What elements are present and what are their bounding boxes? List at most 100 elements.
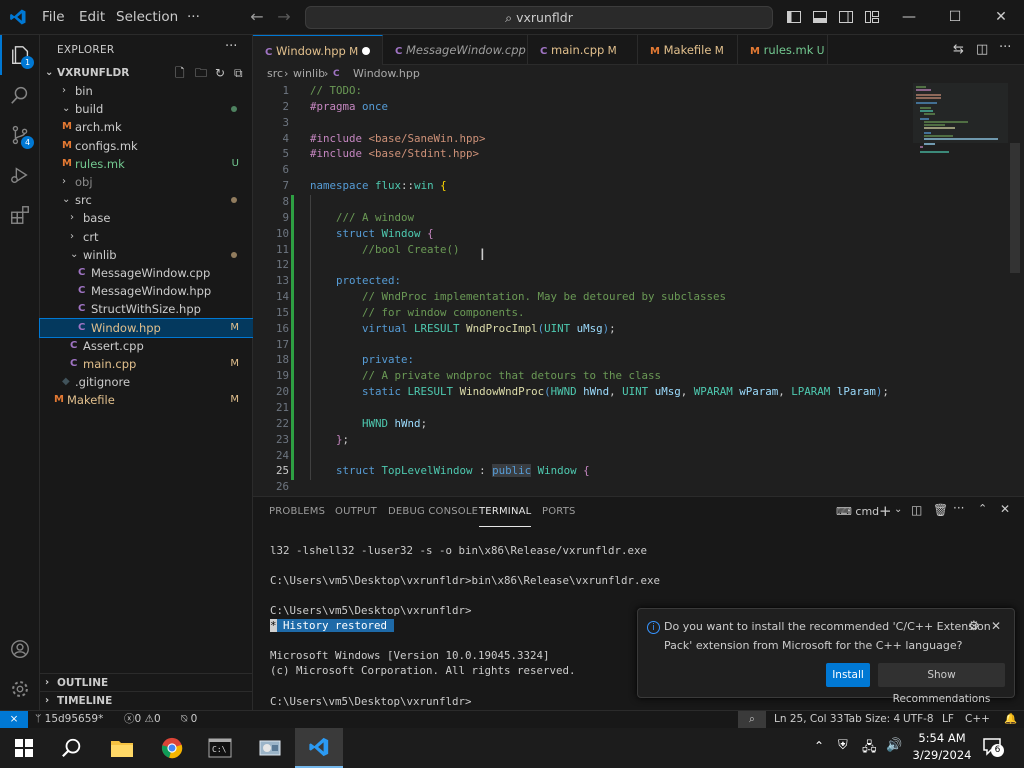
source-control-icon[interactable]: 4 xyxy=(0,115,40,155)
tab-output[interactable]: OUTPUT xyxy=(335,497,377,527)
zoom-icon[interactable]: ⌕ xyxy=(738,711,766,728)
code-line[interactable]: struct TopLevelWindow : public Window { xyxy=(310,464,590,478)
maximize-button[interactable]: ☐ xyxy=(932,0,978,35)
taskbar-date[interactable]: 3/29/2024 xyxy=(912,748,972,762)
terminal-dropdown-icon[interactable]: ⌄ xyxy=(894,504,902,515)
code-line[interactable]: //bool Create() xyxy=(310,243,460,256)
tab-problems[interactable]: PROBLEMS xyxy=(269,497,325,527)
toggle-panel-icon[interactable] xyxy=(812,9,828,25)
action-center-icon[interactable]: 6 xyxy=(982,737,1004,757)
tree-file[interactable]: C Window.hpp M xyxy=(39,317,254,338)
new-terminal-icon[interactable]: + xyxy=(879,502,892,520)
breadcrumb-winlib[interactable]: winlib xyxy=(293,65,325,83)
code-line[interactable]: // TODO: xyxy=(310,84,362,97)
code-line[interactable]: struct Window { xyxy=(310,227,434,240)
tree-folder[interactable]: › base xyxy=(40,209,253,227)
tree-folder[interactable]: › bin xyxy=(40,82,253,100)
breadcrumb-file[interactable]: Window.hpp xyxy=(353,65,420,83)
code-line[interactable]: HWND hWnd; xyxy=(310,417,427,430)
taskbar-time[interactable]: 5:54 AM xyxy=(916,731,968,745)
close-panel-icon[interactable]: ✕ xyxy=(1000,502,1010,516)
toggle-primary-sidebar-icon[interactable] xyxy=(786,9,802,25)
customize-layout-icon[interactable] xyxy=(864,9,880,25)
code-line[interactable]: // WndProc implementation. May be detour… xyxy=(310,290,726,303)
tree-folder[interactable]: ⌄ build xyxy=(40,100,253,118)
outline-section[interactable]: › OUTLINE xyxy=(40,673,253,691)
menu-edit[interactable]: Edit xyxy=(79,0,105,35)
encoding[interactable]: UTF-8 xyxy=(903,711,934,728)
close-window-button[interactable]: ✕ xyxy=(978,0,1024,35)
menu-more[interactable]: ··· xyxy=(187,0,200,35)
code-line[interactable]: virtual LRESULT WndProcImpl(UINT uMsg); xyxy=(310,322,616,335)
settings-gear-icon[interactable] xyxy=(0,669,40,709)
tree-file[interactable]: Cmain.cpp M xyxy=(40,355,253,373)
menu-file[interactable]: File xyxy=(42,0,65,35)
code-line[interactable]: static LRESULT WindowWndProc(HWND hWnd, … xyxy=(310,385,889,398)
tab-window-hpp[interactable]: C Window.hpp M xyxy=(253,35,383,65)
minimap[interactable] xyxy=(913,83,1008,495)
collapse-all-icon[interactable]: ⧉ xyxy=(234,64,243,82)
run-debug-icon[interactable] xyxy=(0,155,40,195)
split-terminal-icon[interactable]: ◫ xyxy=(911,503,922,517)
tab-rules-mk[interactable]: M rules.mk U xyxy=(738,35,828,65)
compare-changes-icon[interactable]: ⇆ xyxy=(953,42,964,57)
code-line[interactable]: namespace flux::win { xyxy=(310,179,447,192)
minimize-button[interactable]: — xyxy=(886,0,932,35)
tab-makefile[interactable]: M Makefile M xyxy=(638,35,738,65)
code-line[interactable]: #pragma once xyxy=(310,100,388,113)
workspace-root[interactable]: ⌄ VXRUNFLDR 🗋 🗀 ↻ ⧉ xyxy=(40,64,253,82)
tree-folder[interactable]: › crt xyxy=(40,228,253,246)
tree-file[interactable]: March.mk xyxy=(40,118,253,136)
notifications-bell-icon[interactable]: 🔔 xyxy=(1004,711,1017,728)
tree-file[interactable]: C StructWithSize.hpp xyxy=(40,300,253,318)
branch-status[interactable]: ᛘ 15d95659* xyxy=(35,711,103,728)
tree-file[interactable]: C MessageWindow.cpp xyxy=(40,264,253,282)
search-icon[interactable] xyxy=(0,75,40,115)
tree-file[interactable]: C Assert.cpp xyxy=(40,337,253,355)
cursor-position[interactable]: Ln 25, Col 33 xyxy=(774,711,843,728)
vscode-taskbar-icon[interactable] xyxy=(295,728,343,768)
extensions-icon[interactable] xyxy=(0,195,40,235)
timeline-section[interactable]: › TIMELINE xyxy=(40,691,253,709)
new-file-icon[interactable]: 🗋 xyxy=(175,64,185,82)
control-panel-icon[interactable] xyxy=(246,728,294,768)
tree-file[interactable]: M Makefile M xyxy=(40,391,253,409)
remote-indicator[interactable]: ⨯ xyxy=(0,711,28,728)
tree-folder[interactable]: › obj xyxy=(40,173,253,191)
language-mode[interactable]: C++ xyxy=(965,711,990,728)
editor-more-icon[interactable]: ··· xyxy=(999,40,1011,55)
windows-start-icon[interactable] xyxy=(0,728,48,768)
security-icon[interactable]: ⛨ xyxy=(838,738,848,753)
code-line[interactable]: // A private wndproc that detours to the… xyxy=(310,369,661,382)
unsaved-dot-icon[interactable] xyxy=(362,47,370,55)
tree-file[interactable]: C MessageWindow.hpp xyxy=(40,282,253,300)
notification-gear-icon[interactable]: ⚙ xyxy=(968,619,980,634)
line-ending[interactable]: LF xyxy=(942,711,954,728)
tab-size[interactable]: Tab Size: 4 xyxy=(844,711,900,728)
code-line[interactable]: // for window components. xyxy=(310,306,525,319)
split-editor-icon[interactable]: ◫ xyxy=(976,42,988,57)
code-line[interactable]: #include <base/SaneWin.hpp> xyxy=(310,132,486,145)
code-line[interactable]: /// A window xyxy=(310,211,414,224)
tree-file[interactable]: Mconfigs.mk xyxy=(40,137,253,155)
menu-selection[interactable]: Selection xyxy=(116,0,178,35)
tree-folder[interactable]: ⌄ src xyxy=(40,191,253,209)
command-prompt-icon[interactable]: C:\ xyxy=(196,728,244,768)
network-icon[interactable]: 🖧 xyxy=(862,738,877,760)
back-arrow-icon[interactable]: ← xyxy=(247,7,267,27)
forward-arrow-icon[interactable]: → xyxy=(274,7,294,27)
toggle-secondary-sidebar-icon[interactable] xyxy=(838,9,854,25)
tab-ports[interactable]: PORTS xyxy=(542,497,576,527)
ports-status[interactable]: ⍉ 0 xyxy=(181,711,197,728)
tree-folder[interactable]: ⌄ winlib xyxy=(40,246,253,264)
account-icon[interactable] xyxy=(0,629,40,669)
explorer-icon[interactable]: 1 xyxy=(0,35,40,75)
code-line[interactable]: protected: xyxy=(310,274,401,287)
code-editor[interactable]: 1 // TODO: 2 #pragma once 3 4 #include <base/S… xyxy=(253,83,1024,495)
refresh-icon[interactable]: ↻ xyxy=(215,64,225,82)
tab-messagewindow-cpp[interactable]: C MessageWindow.cpp xyxy=(383,35,528,65)
code-line[interactable]: }; xyxy=(310,433,349,446)
tree-file[interactable]: Mrules.mk U xyxy=(40,155,253,173)
tree-file[interactable]: ◆ .gitignore xyxy=(40,373,253,391)
explorer-more-icon[interactable]: ··· xyxy=(225,39,237,54)
